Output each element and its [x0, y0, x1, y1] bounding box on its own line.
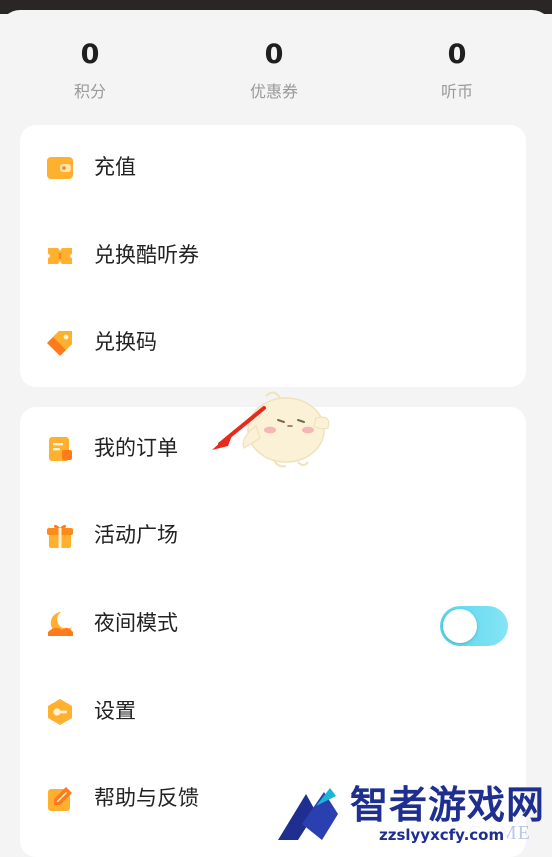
- stat-value: 0: [80, 39, 100, 70]
- mascot-sticker: [208, 386, 338, 476]
- gift-icon: [46, 522, 74, 550]
- stat-value: 0: [447, 39, 467, 70]
- stat-coupons[interactable]: 0 优惠券: [204, 40, 344, 102]
- stat-value: 0: [264, 39, 284, 70]
- menu-item-activity-plaza[interactable]: 活动广场: [20, 505, 526, 565]
- menu-item-label: 夜间模式: [94, 611, 178, 635]
- tag-icon: [46, 329, 74, 357]
- menu-item-label: 设置: [94, 699, 136, 723]
- watermark-title: 智者游戏网: [350, 783, 546, 827]
- edit-note-icon: [46, 785, 74, 813]
- menu-item-label: 充值: [94, 155, 136, 179]
- menu-item-label: 兑换酷听券: [94, 243, 199, 267]
- order-icon: [46, 435, 74, 463]
- menu-item-night-mode[interactable]: 夜间模式: [20, 593, 526, 653]
- menu-item-label: 帮助与反馈: [94, 786, 199, 810]
- menu-item-redeem-voucher[interactable]: 兑换酷听券: [20, 225, 526, 285]
- stat-coins[interactable]: 0 听币: [387, 40, 527, 102]
- menu-item-redeem-code[interactable]: 兑换码: [20, 312, 526, 372]
- moon-icon: [46, 610, 74, 638]
- stat-label: 积分: [73, 82, 106, 101]
- stat-points[interactable]: 0 积分: [20, 40, 160, 102]
- watermark-logo-icon: [278, 788, 338, 840]
- wallet-icon: [46, 154, 74, 182]
- menu-item-label: 我的订单: [94, 436, 178, 460]
- stats-row: 0 积分 0 优惠券 0 听币: [0, 40, 552, 120]
- menu-item-label: 兑换码: [94, 330, 157, 354]
- menu-item-label: 活动广场: [94, 523, 178, 547]
- toggle-knob: [443, 609, 477, 643]
- watermark: 智者游戏网 GAME zzslyyxcfy.com: [272, 780, 552, 850]
- ticket-icon: [46, 242, 74, 270]
- watermark-url: zzslyyxcfy.com: [376, 826, 508, 844]
- menu-item-settings[interactable]: 设置: [20, 681, 526, 741]
- menu-card-wallet: 充值 兑换酷听券 兑换码: [20, 125, 526, 387]
- account-menu-sheet: 0 积分 0 优惠券 0 听币 充值 兑换酷听券 兑换码 我的订单 活动广场 夜…: [0, 10, 552, 857]
- stat-label: 优惠券: [249, 82, 298, 101]
- stat-label: 听币: [440, 82, 473, 101]
- night-mode-toggle[interactable]: [440, 606, 508, 646]
- gear-hex-icon: [46, 698, 74, 726]
- menu-item-recharge[interactable]: 充值: [20, 137, 526, 197]
